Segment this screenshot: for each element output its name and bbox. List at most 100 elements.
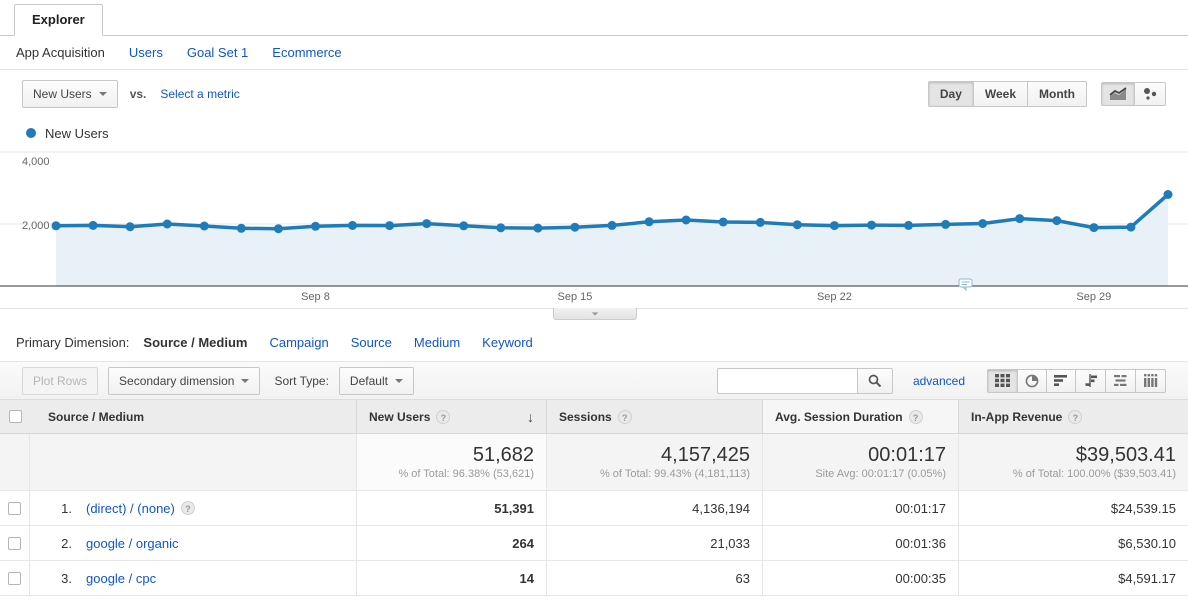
summary-avg-duration-value: 00:01:17 bbox=[868, 444, 946, 466]
summary-avg-duration: 00:01:17 Site Avg: 00:01:17 (0.05%) bbox=[762, 434, 958, 491]
chevron-down-icon bbox=[99, 92, 107, 96]
granularity-day-button[interactable]: Day bbox=[928, 81, 974, 107]
timeseries-chart: 4,000 2,000 Sep 8Sep 15Sep 22Sep 29 bbox=[0, 148, 1188, 323]
table-row-source: 2. google / organic bbox=[30, 526, 356, 561]
tab-explorer[interactable]: Explorer bbox=[14, 4, 103, 36]
summary-new-users-value: 51,682 bbox=[473, 444, 534, 466]
cell-revenue: $6,530.10 bbox=[958, 526, 1188, 561]
cell-sessions: 4,136,194 bbox=[546, 491, 762, 526]
chevron-down-icon bbox=[592, 312, 598, 315]
primary-dimension-campaign[interactable]: Campaign bbox=[269, 335, 328, 350]
subnav-app-acquisition[interactable]: App Acquisition bbox=[16, 45, 105, 60]
source-medium-link[interactable]: google / cpc bbox=[86, 571, 156, 586]
vs-label: vs. bbox=[130, 87, 147, 101]
source-medium-link[interactable]: google / organic bbox=[86, 536, 179, 551]
granularity-switcher: Day Week Month bbox=[928, 81, 1087, 107]
primary-dimension-source[interactable]: Source bbox=[351, 335, 392, 350]
line-chart-icon bbox=[1109, 87, 1127, 101]
cell-new-users: 264 bbox=[356, 526, 546, 561]
series-color-dot bbox=[26, 128, 36, 138]
secondary-dimension-dropdown[interactable]: Secondary dimension bbox=[108, 367, 260, 395]
row-checkbox[interactable] bbox=[8, 537, 21, 550]
header-new-users[interactable]: New Users ? ↓ bbox=[356, 400, 546, 434]
primary-dimension-keyword[interactable]: Keyword bbox=[482, 335, 533, 350]
plot-rows-button[interactable]: Plot Rows bbox=[22, 367, 98, 395]
header-avg-session-duration[interactable]: Avg. Session Duration ? bbox=[762, 400, 958, 434]
sort-descending-icon[interactable]: ↓ bbox=[527, 409, 534, 425]
primary-dimension-active[interactable]: Source / Medium bbox=[143, 335, 247, 350]
granularity-month-button[interactable]: Month bbox=[1028, 81, 1087, 107]
select-all-checkbox[interactable] bbox=[9, 410, 22, 423]
help-icon[interactable]: ? bbox=[618, 410, 632, 424]
x-axis-tick: Sep 15 bbox=[543, 291, 607, 303]
cell-revenue: $24,539.15 bbox=[958, 491, 1188, 526]
header-in-app-revenue[interactable]: In-App Revenue ? bbox=[958, 400, 1188, 434]
term-cloud-view-button[interactable] bbox=[1106, 369, 1136, 393]
y-axis-tick-4000: 4,000 bbox=[22, 156, 50, 168]
summary-sessions-subtext: % of Total: 99.43% (4,181,113) bbox=[600, 468, 750, 480]
search-button[interactable] bbox=[857, 368, 893, 394]
cell-avg-duration: 00:00:35 bbox=[762, 561, 958, 596]
subnav-goal-set-1[interactable]: Goal Set 1 bbox=[187, 45, 248, 60]
summary-checkbox-cell bbox=[0, 434, 30, 491]
help-icon[interactable]: ? bbox=[181, 501, 195, 515]
row-checkbox[interactable] bbox=[8, 502, 21, 515]
primary-dimension-bar: Primary Dimension: Source / Medium Campa… bbox=[0, 323, 1188, 361]
search-input[interactable] bbox=[717, 368, 857, 394]
report-table: Source / Medium New Users ? ↓ Sessions ?… bbox=[0, 400, 1188, 596]
chart-collapse-handle[interactable] bbox=[553, 308, 637, 320]
help-icon[interactable]: ? bbox=[1068, 410, 1082, 424]
table-grid-icon bbox=[995, 374, 1010, 387]
percentage-view-button[interactable] bbox=[1018, 369, 1047, 393]
header-sessions-label: Sessions bbox=[559, 410, 612, 424]
report-subnav: App Acquisition Users Goal Set 1 Ecommer… bbox=[0, 36, 1188, 70]
row-checkbox-cell bbox=[0, 526, 30, 561]
data-view-button[interactable] bbox=[987, 369, 1018, 393]
summary-revenue-subtext: % of Total: 100.00% ($39,503.41) bbox=[1013, 468, 1176, 480]
search-icon bbox=[868, 374, 882, 388]
sort-type-value: Default bbox=[350, 374, 388, 388]
metric-selector-dropdown[interactable]: New Users bbox=[22, 80, 118, 108]
summary-new-users-subtext: % of Total: 96.38% (53,621) bbox=[398, 468, 534, 480]
help-icon[interactable]: ? bbox=[909, 410, 923, 424]
cell-revenue: $4,591.17 bbox=[958, 561, 1188, 596]
line-chart-view-button[interactable] bbox=[1101, 82, 1135, 106]
header-source-medium[interactable]: Source / Medium bbox=[30, 400, 356, 434]
subnav-users[interactable]: Users bbox=[129, 45, 163, 60]
granularity-week-button[interactable]: Week bbox=[974, 81, 1028, 107]
cell-avg-duration: 00:01:36 bbox=[762, 526, 958, 561]
sort-type-label: Sort Type: bbox=[274, 374, 328, 388]
pivot-view-button[interactable] bbox=[1136, 369, 1166, 393]
row-checkbox-cell bbox=[0, 491, 30, 526]
row-checkbox[interactable] bbox=[8, 572, 21, 585]
row-number: 2. bbox=[42, 536, 72, 551]
performance-view-button[interactable] bbox=[1047, 369, 1076, 393]
primary-dimension-medium[interactable]: Medium bbox=[414, 335, 460, 350]
x-axis-tick: Sep 22 bbox=[802, 291, 866, 303]
select-a-metric-link[interactable]: Select a metric bbox=[160, 87, 239, 101]
summary-sessions-value: 4,157,425 bbox=[661, 444, 750, 466]
header-in-app-revenue-label: In-App Revenue bbox=[971, 410, 1062, 424]
header-source-medium-label: Source / Medium bbox=[48, 410, 144, 424]
row-number: 1. bbox=[42, 501, 72, 516]
term-cloud-icon bbox=[1113, 374, 1128, 387]
subnav-ecommerce[interactable]: Ecommerce bbox=[272, 45, 341, 60]
tab-bar: Explorer bbox=[0, 0, 1188, 36]
cell-new-users: 14 bbox=[356, 561, 546, 596]
sort-type-dropdown[interactable]: Default bbox=[339, 367, 414, 395]
chart-type-switcher bbox=[1101, 82, 1166, 106]
header-sessions[interactable]: Sessions ? bbox=[546, 400, 762, 434]
cell-sessions: 21,033 bbox=[546, 526, 762, 561]
table-toolbar: Plot Rows Secondary dimension Sort Type:… bbox=[0, 361, 1188, 400]
chart-canvas bbox=[0, 148, 1188, 288]
summary-revenue-value: $39,503.41 bbox=[1076, 444, 1176, 466]
help-icon[interactable]: ? bbox=[436, 410, 450, 424]
header-new-users-label: New Users bbox=[369, 410, 430, 424]
advanced-search-link[interactable]: advanced bbox=[913, 374, 965, 388]
comparison-icon bbox=[1083, 374, 1098, 387]
legend-label: New Users bbox=[45, 126, 109, 141]
pivot-icon bbox=[1143, 374, 1158, 387]
source-medium-link[interactable]: (direct) / (none) bbox=[86, 501, 175, 516]
motion-chart-view-button[interactable] bbox=[1135, 82, 1166, 106]
comparison-view-button[interactable] bbox=[1076, 369, 1106, 393]
